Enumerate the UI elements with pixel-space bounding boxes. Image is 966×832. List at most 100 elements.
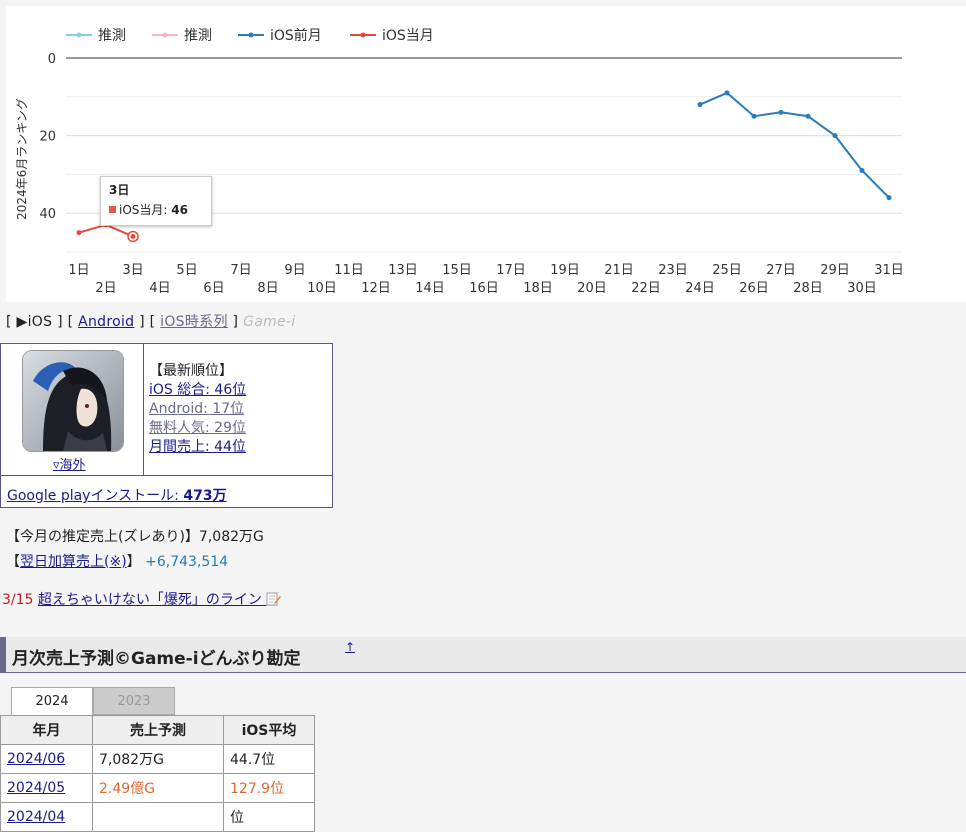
legend-marker [248, 32, 254, 38]
x-tick-label: 13日 [388, 263, 418, 278]
table-header-row: 年月 売上予測 iOS平均 [0, 715, 315, 745]
ranking-chart: 0 20 40 2024年6月ランキング 1日 2日 3日 4日 5日 6日 7日 8日 9日 10日 11… [6, 6, 966, 302]
column-header: iOS平均 [223, 715, 315, 745]
table-row: 2024/06 7,082万G 44.7位 [0, 744, 315, 774]
x-tick-label: 5日 [176, 263, 197, 278]
x-tick-label: 14日 [415, 281, 445, 296]
google-play-label: Google playインストール: [7, 488, 184, 504]
tooltip-series: iOS当月 [119, 203, 164, 217]
month-link[interactable]: 2024/06 [7, 751, 65, 767]
platform-nav: [ ▶iOS ] [ Android ] [ iOS時系列 ] Game-i [6, 311, 295, 331]
data-point [697, 102, 703, 108]
table-row: 2024/05 2.49億G 127.9位 [0, 773, 315, 803]
nav-bracket: ] [ [57, 314, 74, 330]
brand-watermark: Game-i [243, 314, 296, 330]
x-tick-label: 2日 [95, 281, 116, 296]
data-point [805, 113, 811, 119]
legend-marker [76, 32, 82, 38]
nav-bracket: [ [6, 314, 12, 330]
x-tick-label: 30日 [847, 281, 877, 296]
data-point [76, 230, 82, 236]
news-title: 超えちゃいけない「爆死」のライン [37, 592, 262, 608]
x-tick-label: 3日 [122, 263, 143, 278]
tooltip-value: 46 [171, 203, 188, 217]
app-info-box: ▿海外 【最新順位】 iOS 総合: 46位 Android: 17位 無料人気… [0, 343, 333, 508]
android-rank-link[interactable]: Android: 17位 [149, 401, 244, 417]
legend-marker [162, 32, 168, 38]
x-tick-label: 6日 [203, 281, 224, 296]
memo-icon [266, 592, 282, 606]
x-tick-label: 24日 [685, 281, 715, 296]
news-link[interactable]: 超えちゃいけない「爆死」のライン [38, 592, 282, 608]
chart-svg: 0 20 40 2024年6月ランキング 1日 2日 3日 4日 5日 6日 7日 8日 9日10日 11… [15, 27, 904, 296]
y-tick-label: 40 [39, 207, 56, 222]
legend-label: iOS前月 [270, 27, 322, 44]
x-tick-label: 31日 [874, 263, 904, 278]
next-day-sales: 【翌日加算売上(※)】 +6,743,514 [6, 551, 228, 571]
x-tick-label: 26日 [739, 281, 769, 296]
column-header: 売上予測 [92, 715, 224, 745]
tooltip-row: iOS当月: 46 [109, 201, 203, 218]
google-play-value: 473万 [183, 488, 227, 504]
x-tick-label: 16日 [469, 281, 499, 296]
back-to-top-link[interactable]: ↑ [345, 640, 355, 654]
google-play-install-link[interactable]: Google playインストール: 473万 [7, 485, 227, 505]
x-tick-label: 8日 [257, 281, 278, 296]
x-tick-label: 7日 [230, 263, 251, 278]
data-point [751, 113, 757, 119]
y-tick-label: 0 [48, 52, 56, 67]
x-tick-label: 22日 [631, 281, 661, 296]
nav-ios-timeseries-link[interactable]: iOS時系列 [160, 314, 228, 330]
x-tick-label: 12日 [361, 281, 391, 296]
month-link[interactable]: 2024/04 [7, 809, 65, 825]
x-tick-label: 27日 [766, 263, 796, 278]
x-tick-label: 20日 [577, 281, 607, 296]
app-icon[interactable] [22, 350, 124, 452]
overseas-link[interactable]: ▿海外 [53, 454, 86, 473]
x-tick-label: 19日 [550, 263, 580, 278]
x-tick-label: 9日 [284, 263, 305, 278]
next-day-sales-link[interactable]: 翌日加算売上(※) [20, 554, 127, 570]
legend-label: iOS当月 [382, 28, 434, 44]
bracket: 】 [126, 554, 141, 570]
legend-marker [360, 32, 366, 38]
section-title: 月次売上予測©Game-iどんぶり勘定 [12, 649, 301, 669]
table-row: 2024/04 位 [0, 802, 315, 832]
x-tick-label: 17日 [496, 263, 526, 278]
nav-android-link[interactable]: Android [78, 314, 134, 330]
x-tick-label: 15日 [442, 263, 472, 278]
table-cell: 2.49億G [92, 773, 224, 803]
x-tick-label: 10日 [307, 281, 337, 296]
hover-marker-center [130, 233, 136, 239]
x-tick-label: 23日 [658, 263, 688, 278]
month-link[interactable]: 2024/05 [7, 780, 65, 796]
data-point [832, 133, 838, 139]
legend-label: 推測 [184, 28, 212, 44]
news-date: 3/15 [2, 592, 34, 608]
table-cell: 7,082万G [92, 744, 224, 774]
monthly-sales-rank-link[interactable]: 月間売上: 44位 [149, 439, 246, 455]
x-tick-label: 28日 [793, 281, 823, 296]
table-cell: 44.7位 [223, 744, 315, 774]
nav-ios-current: ▶iOS [16, 314, 53, 330]
y-axis-label: 2024年6月ランキング [15, 98, 29, 220]
nav-bracket: ] [ [139, 314, 156, 330]
free-rank-link[interactable]: 無料人気: 29位 [149, 420, 246, 436]
monthly-sales-estimate: 【今月の推定売上(ズレあり)】7,082万G [6, 529, 264, 545]
forecast-table: 年月 売上予測 iOS平均 2024/06 7,082万G 44.7位 2024… [0, 715, 315, 832]
tooltip-swatch [109, 206, 116, 213]
data-point [886, 195, 892, 201]
latest-rank-list: 【最新順位】 iOS 総合: 46位 Android: 17位 無料人気: 29… [149, 362, 246, 457]
section-header: 月次売上予測©Game-iどんぶり勘定 ↑ [0, 637, 966, 673]
legend-label: 推測 [98, 28, 126, 44]
x-tick-label: 4日 [149, 281, 170, 296]
tab-2023[interactable]: 2023 [93, 687, 175, 715]
data-point [859, 168, 865, 174]
tab-2024[interactable]: 2024 [11, 687, 93, 715]
series-line [699, 91, 890, 199]
tooltip-day: 3日 [109, 183, 130, 197]
y-tick-label: 20 [39, 130, 56, 145]
latest-rank-heading: 【最新順位】 [149, 363, 233, 379]
ios-total-rank-link[interactable]: iOS 総合: 46位 [149, 382, 246, 398]
x-tick-label: 25日 [712, 263, 742, 278]
